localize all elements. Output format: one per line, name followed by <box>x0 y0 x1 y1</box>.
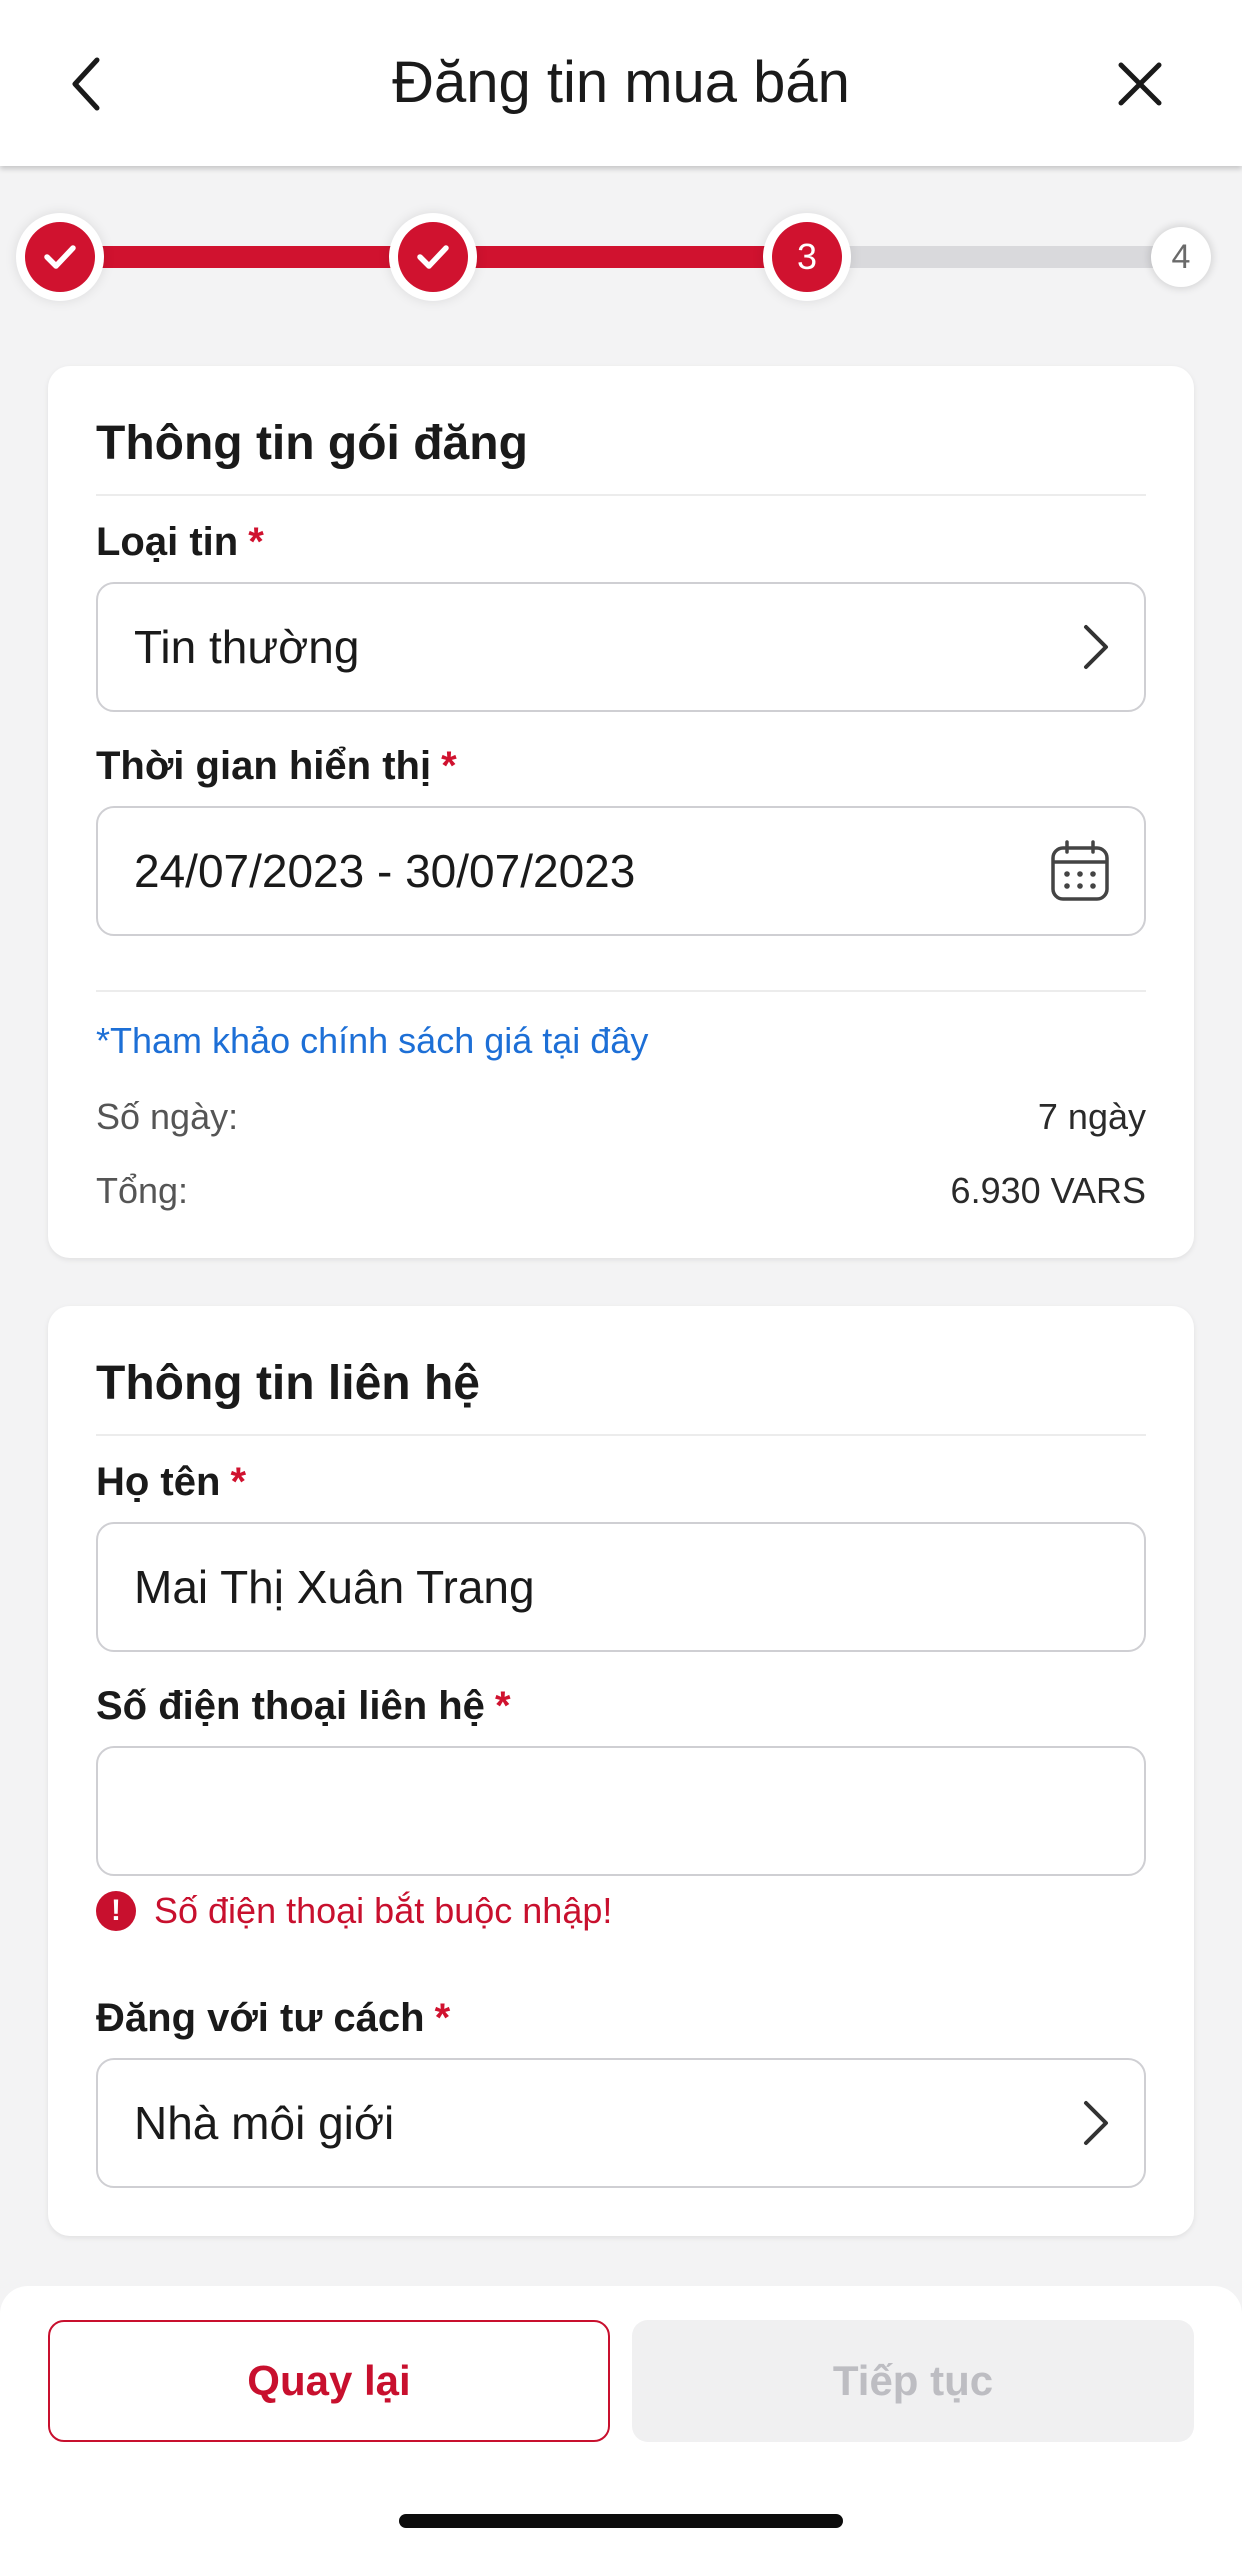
check-icon <box>417 245 449 269</box>
price-policy-link[interactable]: *Tham khảo chính sách giá tại đây <box>96 1020 648 1062</box>
continue-button[interactable]: Tiếp tục <box>632 2320 1194 2442</box>
phone-label: Số điện thoại liên hệ * <box>96 1684 511 1729</box>
package-info-title: Thông tin gói đăng <box>96 417 528 470</box>
display-time-label-text: Thời gian hiển thị <box>96 744 432 788</box>
step-3: 3 <box>772 222 842 292</box>
full-name-label-text: Họ tên <box>96 1460 221 1504</box>
phone-error: ! Số điện thoại bắt buộc nhập! <box>96 1890 612 1932</box>
total-value: 6.930 VARS <box>950 1170 1146 1211</box>
days-row: Số ngày: 7 ngày <box>96 1096 1146 1138</box>
phone-label-text: Số điện thoại liên hệ <box>96 1684 485 1728</box>
chevron-right-icon <box>1084 2101 1108 2145</box>
post-type-value: Tin thường <box>134 621 360 673</box>
post-type-select[interactable]: Tin thường <box>96 582 1146 712</box>
app-header: Đăng tin mua bán <box>0 0 1242 166</box>
phone-error-text: Số điện thoại bắt buộc nhập! <box>154 1890 613 1931</box>
required-mark: * <box>230 1460 247 1504</box>
post-as-value: Nhà môi giới <box>134 2097 395 2149</box>
divider <box>96 1434 1146 1436</box>
post-as-label-text: Đăng với tư cách <box>96 1996 425 2040</box>
required-mark: * <box>434 1996 451 2040</box>
phone-field[interactable] <box>96 1746 1146 1876</box>
stepper-track-inactive <box>808 246 1180 268</box>
post-as-select[interactable]: Nhà môi giới <box>96 2058 1146 2188</box>
page-title: Đăng tin mua bán <box>392 50 850 115</box>
contact-info-title: Thông tin liên hệ <box>96 1357 480 1410</box>
home-indicator <box>399 2514 843 2528</box>
display-time-value: 24/07/2023 - 30/07/2023 <box>134 845 636 897</box>
days-value: 7 ngày <box>1037 1096 1146 1137</box>
close-icon <box>1118 62 1162 106</box>
close-button[interactable] <box>1100 44 1180 124</box>
full-name-input[interactable] <box>134 1560 1034 1614</box>
check-icon <box>44 245 76 269</box>
full-name-field[interactable] <box>96 1522 1146 1652</box>
step-2 <box>398 222 468 292</box>
step-1 <box>25 222 95 292</box>
required-mark: * <box>441 744 457 788</box>
post-type-label: Loại tin * <box>96 520 264 565</box>
calendar-icon <box>1051 840 1109 901</box>
error-icon: ! <box>96 1891 136 1931</box>
divider <box>96 494 1146 496</box>
phone-input[interactable] <box>134 1784 1034 1838</box>
step-3-number: 3 <box>796 236 818 277</box>
step-4-number: 4 <box>1171 237 1191 276</box>
post-type-label-text: Loại tin <box>96 520 239 564</box>
step-4: 4 <box>1151 227 1211 287</box>
days-label: Số ngày: <box>96 1096 239 1137</box>
back-step-button[interactable]: Quay lại <box>48 2320 610 2442</box>
full-name-label: Họ tên * <box>96 1460 246 1505</box>
display-time-label: Thời gian hiển thị * <box>96 744 457 789</box>
total-label: Tổng: <box>96 1170 189 1211</box>
total-row: Tổng: 6.930 VARS <box>96 1170 1146 1212</box>
required-mark: * <box>248 520 264 564</box>
package-info-card: Thông tin gói đăng Loại tin * Tin thường … <box>48 366 1194 1258</box>
chevron-right-icon <box>1084 625 1108 669</box>
required-mark: * <box>494 1684 511 1728</box>
post-as-label: Đăng với tư cách * <box>96 1996 450 2041</box>
display-time-picker[interactable]: 24/07/2023 - 30/07/2023 <box>96 806 1146 936</box>
divider <box>96 990 1146 992</box>
contact-info-card: Thông tin liên hệ Họ tên* Số điện thoại … <box>48 1306 1194 2236</box>
